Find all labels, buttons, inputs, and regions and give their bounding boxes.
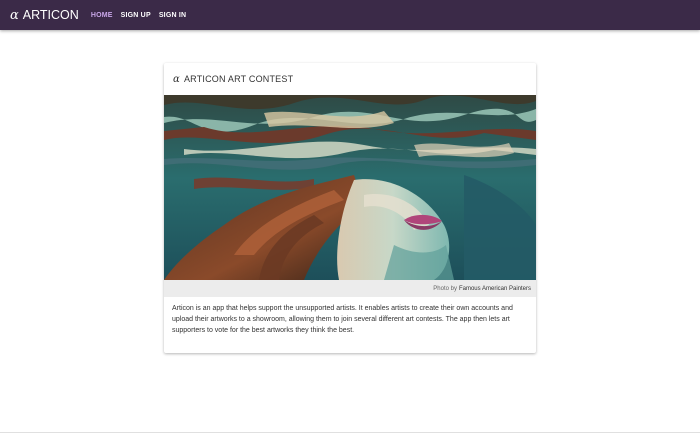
brand-name: ARTICON — [22, 8, 79, 22]
card-header: α ARTICON ART CONTEST — [164, 63, 536, 95]
contest-card: α ARTICON ART CONTEST Photo by Famous Am… — [164, 63, 536, 353]
brand-logo-link[interactable]: α ARTICON — [10, 8, 79, 23]
card-description: Articon is an app that helps support the… — [172, 305, 513, 334]
photo-caption: Photo by Famous American Painters — [164, 280, 536, 297]
footer-divider — [0, 432, 700, 433]
nav-link-sign-in[interactable]: SIGN IN — [159, 12, 186, 19]
alpha-logo-icon: α — [10, 7, 19, 23]
artwork-image — [164, 95, 536, 280]
alpha-title-icon: α — [173, 73, 180, 85]
caption-prefix: Photo by — [433, 285, 457, 292]
card-title: ARTICON ART CONTEST — [183, 74, 294, 84]
top-navbar: α ARTICON HOME SIGN UP SIGN IN — [0, 0, 700, 30]
nav-link-home[interactable]: HOME — [91, 12, 113, 19]
caption-link[interactable]: Famous American Painters — [459, 286, 531, 292]
nav-link-sign-up[interactable]: SIGN UP — [121, 12, 151, 19]
